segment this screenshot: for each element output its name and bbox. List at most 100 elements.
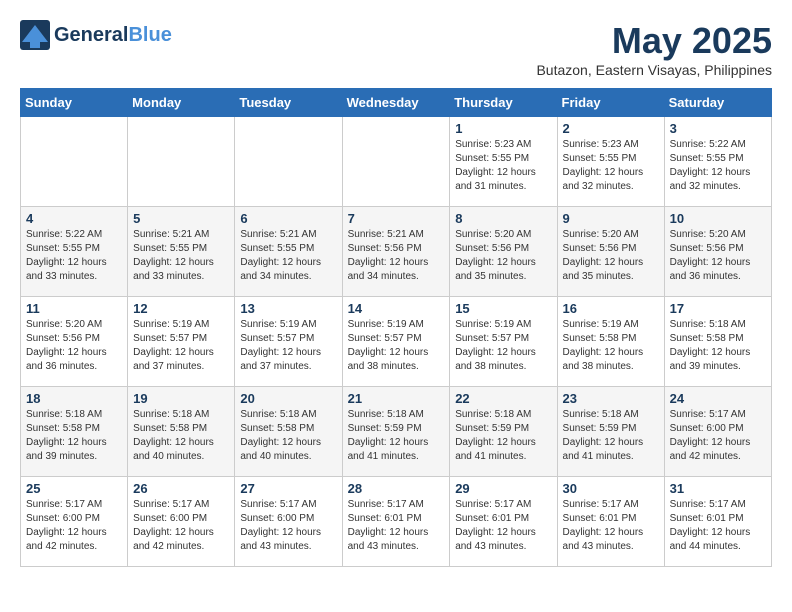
- calendar-cell: 2Sunrise: 5:23 AM Sunset: 5:55 PM Daylig…: [557, 117, 664, 207]
- day-header-saturday: Saturday: [664, 89, 771, 117]
- day-header-monday: Monday: [128, 89, 235, 117]
- calendar-cell: 21 Sunrise: 5:18 AM Sunset: 5:59 PM Dayli…: [342, 387, 450, 477]
- day-info: Sunrise: 5:17 AM Sunset: 6:00 PM Dayligh…: [240, 498, 336, 554]
- calendar-cell: 29 Sunrise: 5:17 AM Sunset: 6:01 PM Dayli…: [450, 477, 557, 567]
- day-info: Sunrise: 5:17 AM Sunset: 6:01 PM Dayligh…: [670, 498, 766, 554]
- logo: GeneralBlue: [20, 20, 172, 50]
- day-number: 15: [455, 301, 551, 316]
- calendar-cell: 3 Sunrise: 5:22 AM Sunset: 5:55 PM Daylig…: [664, 117, 771, 207]
- day-number: 6: [240, 211, 336, 226]
- day-info: Sunrise: 5:19 AM Sunset: 5:58 PM Dayligh…: [563, 318, 659, 374]
- day-info: Sunrise: 5:18 AM Sunset: 5:58 PM Dayligh…: [26, 408, 122, 464]
- calendar-week-2: 4 Sunrise: 5:22 AM Sunset: 5:55 PM Daylig…: [21, 207, 772, 297]
- day-number: 11: [26, 301, 122, 316]
- day-number: 17: [670, 301, 766, 316]
- day-info: Sunrise: 5:19 AM Sunset: 5:57 PM Dayligh…: [455, 318, 551, 374]
- day-info: Sunrise: 5:19 AM Sunset: 5:57 PM Dayligh…: [240, 318, 336, 374]
- calendar-cell: 22 Sunrise: 5:18 AM Sunset: 5:59 PM Dayli…: [450, 387, 557, 477]
- day-info: Sunrise: 5:17 AM Sunset: 6:01 PM Dayligh…: [348, 498, 445, 554]
- day-info: Sunrise: 5:17 AM Sunset: 6:01 PM Dayligh…: [563, 498, 659, 554]
- calendar-cell: 20 Sunrise: 5:18 AM Sunset: 5:58 PM Dayli…: [235, 387, 342, 477]
- calendar-week-4: 18 Sunrise: 5:18 AM Sunset: 5:58 PM Dayli…: [21, 387, 772, 477]
- calendar-cell: 18 Sunrise: 5:18 AM Sunset: 5:58 PM Dayli…: [21, 387, 128, 477]
- day-header-thursday: Thursday: [450, 89, 557, 117]
- day-info: Sunrise: 5:22 AM Sunset: 5:55 PM Dayligh…: [670, 138, 766, 194]
- day-header-sunday: Sunday: [21, 89, 128, 117]
- calendar-cell: 11 Sunrise: 5:20 AM Sunset: 5:56 PM Dayli…: [21, 297, 128, 387]
- day-info: Sunrise: 5:17 AM Sunset: 6:01 PM Dayligh…: [455, 498, 551, 554]
- logo-text: GeneralBlue: [54, 24, 172, 46]
- day-info: Sunrise: 5:20 AM Sunset: 5:56 PM Dayligh…: [670, 228, 766, 284]
- day-number: 27: [240, 481, 336, 496]
- day-info: Sunrise: 5:20 AM Sunset: 5:56 PM Dayligh…: [563, 228, 659, 284]
- day-number: 28: [348, 481, 445, 496]
- day-number: 4: [26, 211, 122, 226]
- day-header-tuesday: Tuesday: [235, 89, 342, 117]
- month-title: May 2025: [536, 20, 772, 62]
- day-number: 16: [563, 301, 659, 316]
- day-info: Sunrise: 5:19 AM Sunset: 5:57 PM Dayligh…: [348, 318, 445, 374]
- day-info: Sunrise: 5:17 AM Sunset: 6:00 PM Dayligh…: [133, 498, 229, 554]
- day-info: Sunrise: 5:20 AM Sunset: 5:56 PM Dayligh…: [455, 228, 551, 284]
- calendar-cell: 10Sunrise: 5:20 AM Sunset: 5:56 PM Dayli…: [664, 207, 771, 297]
- calendar-cell: 6Sunrise: 5:21 AM Sunset: 5:55 PM Daylig…: [235, 207, 342, 297]
- day-info: Sunrise: 5:21 AM Sunset: 5:55 PM Dayligh…: [133, 228, 229, 284]
- day-info: Sunrise: 5:19 AM Sunset: 5:57 PM Dayligh…: [133, 318, 229, 374]
- calendar-cell: 5Sunrise: 5:21 AM Sunset: 5:55 PM Daylig…: [128, 207, 235, 297]
- calendar-cell: [235, 117, 342, 207]
- day-number: 24: [670, 391, 766, 406]
- calendar-cell: 1 Sunrise: 5:23 AM Sunset: 5:55 PM Daylig…: [450, 117, 557, 207]
- day-number: 8: [455, 211, 551, 226]
- calendar-header-row: SundayMondayTuesdayWednesdayThursdayFrid…: [21, 89, 772, 117]
- day-number: 31: [670, 481, 766, 496]
- day-number: 25: [26, 481, 122, 496]
- day-number: 20: [240, 391, 336, 406]
- calendar-cell: 24 Sunrise: 5:17 AM Sunset: 6:00 PM Dayli…: [664, 387, 771, 477]
- calendar-cell: [21, 117, 128, 207]
- calendar-cell: 23 Sunrise: 5:18 AM Sunset: 5:59 PM Dayli…: [557, 387, 664, 477]
- day-info: Sunrise: 5:22 AM Sunset: 5:55 PM Dayligh…: [26, 228, 122, 284]
- calendar-cell: 28 Sunrise: 5:17 AM Sunset: 6:01 PM Dayli…: [342, 477, 450, 567]
- calendar-cell: [128, 117, 235, 207]
- day-info: Sunrise: 5:18 AM Sunset: 5:59 PM Dayligh…: [563, 408, 659, 464]
- calendar-cell: 31 Sunrise: 5:17 AM Sunset: 6:01 PM Dayli…: [664, 477, 771, 567]
- day-info: Sunrise: 5:17 AM Sunset: 6:00 PM Dayligh…: [26, 498, 122, 554]
- day-number: 26: [133, 481, 229, 496]
- title-block: May 2025 Butazon, Eastern Visayas, Phili…: [536, 20, 772, 78]
- calendar-cell: [342, 117, 450, 207]
- calendar-week-3: 11 Sunrise: 5:20 AM Sunset: 5:56 PM Dayli…: [21, 297, 772, 387]
- day-number: 7: [348, 211, 445, 226]
- location: Butazon, Eastern Visayas, Philippines: [536, 62, 772, 78]
- day-number: 29: [455, 481, 551, 496]
- calendar-cell: 9 Sunrise: 5:20 AM Sunset: 5:56 PM Daylig…: [557, 207, 664, 297]
- day-header-friday: Friday: [557, 89, 664, 117]
- day-number: 18: [26, 391, 122, 406]
- calendar-cell: 13Sunrise: 5:19 AM Sunset: 5:57 PM Dayli…: [235, 297, 342, 387]
- day-info: Sunrise: 5:20 AM Sunset: 5:56 PM Dayligh…: [26, 318, 122, 374]
- day-number: 3: [670, 121, 766, 136]
- calendar-cell: 25 Sunrise: 5:17 AM Sunset: 6:00 PM Dayli…: [21, 477, 128, 567]
- calendar-cell: 17 Sunrise: 5:18 AM Sunset: 5:58 PM Dayli…: [664, 297, 771, 387]
- day-number: 21: [348, 391, 445, 406]
- logo-icon: [20, 20, 50, 50]
- day-info: Sunrise: 5:18 AM Sunset: 5:59 PM Dayligh…: [348, 408, 445, 464]
- day-number: 2: [563, 121, 659, 136]
- day-info: Sunrise: 5:18 AM Sunset: 5:58 PM Dayligh…: [240, 408, 336, 464]
- day-info: Sunrise: 5:18 AM Sunset: 5:58 PM Dayligh…: [670, 318, 766, 374]
- calendar-cell: 26 Sunrise: 5:17 AM Sunset: 6:00 PM Dayli…: [128, 477, 235, 567]
- calendar-cell: 16 Sunrise: 5:19 AM Sunset: 5:58 PM Dayli…: [557, 297, 664, 387]
- day-number: 23: [563, 391, 659, 406]
- day-number: 22: [455, 391, 551, 406]
- day-header-wednesday: Wednesday: [342, 89, 450, 117]
- calendar-week-1: 1 Sunrise: 5:23 AM Sunset: 5:55 PM Daylig…: [21, 117, 772, 207]
- day-info: Sunrise: 5:23 AM Sunset: 5:55 PM Dayligh…: [455, 138, 551, 194]
- calendar-cell: 27 Sunrise: 5:17 AM Sunset: 6:00 PM Dayli…: [235, 477, 342, 567]
- calendar-cell: 19Sunrise: 5:18 AM Sunset: 5:58 PM Dayli…: [128, 387, 235, 477]
- day-info: Sunrise: 5:17 AM Sunset: 6:00 PM Dayligh…: [670, 408, 766, 464]
- calendar-table: SundayMondayTuesdayWednesdayThursdayFrid…: [20, 88, 772, 567]
- calendar-cell: 7Sunrise: 5:21 AM Sunset: 5:56 PM Daylig…: [342, 207, 450, 297]
- day-number: 9: [563, 211, 659, 226]
- calendar-cell: 30Sunrise: 5:17 AM Sunset: 6:01 PM Dayli…: [557, 477, 664, 567]
- day-info: Sunrise: 5:18 AM Sunset: 5:59 PM Dayligh…: [455, 408, 551, 464]
- day-number: 1: [455, 121, 551, 136]
